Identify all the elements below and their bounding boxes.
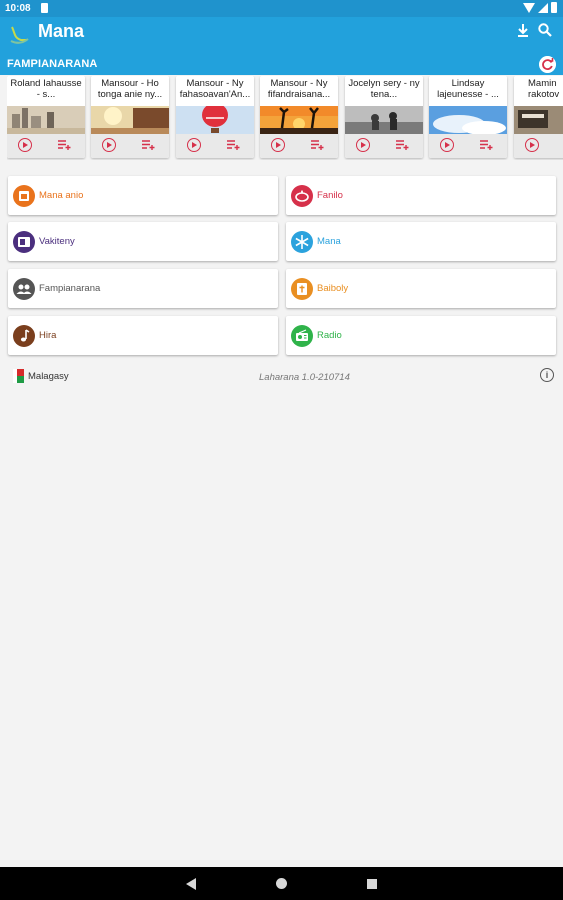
card-controls xyxy=(345,134,423,158)
play-icon[interactable] xyxy=(102,138,116,152)
card-title: Mansour - Ho tonga anie ny... xyxy=(91,76,169,106)
refresh-icon[interactable] xyxy=(539,56,556,73)
language-selector[interactable]: Malagasy xyxy=(28,371,69,382)
menu-radio-button[interactable]: Radio xyxy=(286,316,556,355)
card-title: Mansour - Ny fifandraisana... xyxy=(260,76,338,106)
carousel-card[interactable]: Mamin rakotov xyxy=(514,76,563,158)
people-icon xyxy=(13,277,35,300)
add-to-queue-icon[interactable] xyxy=(395,139,410,151)
menu-fampianarana-button[interactable]: Fampianarana xyxy=(8,269,278,308)
battery-icon xyxy=(551,2,557,13)
menu-label: Fanilo xyxy=(317,190,343,201)
download-icon[interactable] xyxy=(515,22,531,38)
menu-mana-anio-button[interactable]: Mana anio xyxy=(8,176,278,215)
card-thumbnail xyxy=(345,104,423,134)
section-title: FAMPIANARANA xyxy=(7,58,98,70)
play-icon[interactable] xyxy=(525,138,539,152)
menu-label: Mana xyxy=(317,236,341,247)
book-icon xyxy=(13,230,35,253)
home-icon[interactable] xyxy=(276,878,287,889)
carousel-card[interactable]: Lindsay lajeunesse - ... xyxy=(429,76,507,158)
menu-fanilo-button[interactable]: Fanilo xyxy=(286,176,556,215)
add-to-queue-icon[interactable] xyxy=(57,139,72,151)
wifi-icon xyxy=(523,2,535,13)
system-navigation-bar xyxy=(0,867,563,900)
search-icon[interactable] xyxy=(537,22,553,38)
menu-label: Baiboly xyxy=(317,283,349,294)
card-title: Mansour - Ny fahasoavan'An... xyxy=(176,76,254,106)
info-icon[interactable]: i xyxy=(540,368,554,382)
card-thumbnail xyxy=(260,104,338,134)
play-icon[interactable] xyxy=(187,138,201,152)
status-time: 10:08 xyxy=(5,3,31,14)
add-to-queue-icon[interactable] xyxy=(226,139,241,151)
recent-apps-icon[interactable] xyxy=(367,879,377,889)
card-title: Mamin rakotov xyxy=(514,76,563,106)
status-bar: 10:08 xyxy=(0,0,563,17)
menu-label: Vakiteny xyxy=(39,236,75,247)
app-bar: Mana xyxy=(0,17,563,55)
play-icon[interactable] xyxy=(356,138,370,152)
bible-icon xyxy=(291,277,313,300)
carousel-card[interactable]: Jocelyn sery - ny tena... xyxy=(345,76,423,158)
menu-label: Fampianarana xyxy=(39,283,101,294)
snowflake-icon xyxy=(291,230,313,253)
card-thumbnail xyxy=(7,104,85,134)
status-icons xyxy=(523,2,557,13)
card-title: Lindsay lajeunesse - ... xyxy=(429,76,507,106)
card-controls xyxy=(260,134,338,158)
menu-label: Mana anio xyxy=(39,190,84,201)
music-note-icon xyxy=(13,324,35,347)
add-to-queue-icon[interactable] xyxy=(479,139,494,151)
card-thumbnail xyxy=(91,104,169,134)
play-icon[interactable] xyxy=(440,138,454,152)
menu-baiboly-button[interactable]: Baiboly xyxy=(286,269,556,308)
add-to-queue-icon[interactable] xyxy=(141,139,156,151)
madagascar-flag-icon[interactable] xyxy=(13,369,24,383)
card-thumbnail xyxy=(176,104,254,134)
carousel-card[interactable]: Mansour - Ny fahasoavan'An... xyxy=(176,76,254,158)
calendar-icon xyxy=(13,184,35,207)
card-controls xyxy=(91,134,169,158)
back-icon[interactable] xyxy=(186,878,196,890)
card-thumbnail xyxy=(429,104,507,134)
card-controls xyxy=(7,134,85,158)
card-controls xyxy=(429,134,507,158)
card-controls xyxy=(176,134,254,158)
carousel-card[interactable]: Mansour - Ny fifandraisana... xyxy=(260,76,338,158)
lamp-icon xyxy=(291,184,313,207)
menu-label: Hira xyxy=(39,330,57,341)
menu-vakiteny-button[interactable]: Vakiteny xyxy=(8,222,278,261)
sd-card-icon xyxy=(41,3,48,13)
carousel-card[interactable]: Roland Iahausse - s... xyxy=(7,76,85,158)
menu-mana-button[interactable]: Mana xyxy=(286,222,556,261)
signal-icon xyxy=(538,2,548,13)
card-controls xyxy=(514,134,563,158)
teaching-carousel[interactable]: Roland Iahausse - s... Mansour - Ho tong… xyxy=(7,76,563,160)
app-logo-icon xyxy=(10,26,29,44)
card-thumbnail xyxy=(514,104,563,134)
radio-icon xyxy=(291,324,313,347)
menu-label: Radio xyxy=(317,330,342,341)
add-to-queue-icon[interactable] xyxy=(310,139,325,151)
play-icon[interactable] xyxy=(18,138,32,152)
card-title: Roland Iahausse - s... xyxy=(7,76,85,106)
app-title: Mana xyxy=(38,21,85,41)
menu-hira-button[interactable]: Hira xyxy=(8,316,278,355)
app-version: Laharana 1.0-210714 xyxy=(259,372,350,383)
play-icon[interactable] xyxy=(271,138,285,152)
carousel-card[interactable]: Mansour - Ho tonga anie ny... xyxy=(91,76,169,158)
card-title: Jocelyn sery - ny tena... xyxy=(345,76,423,106)
